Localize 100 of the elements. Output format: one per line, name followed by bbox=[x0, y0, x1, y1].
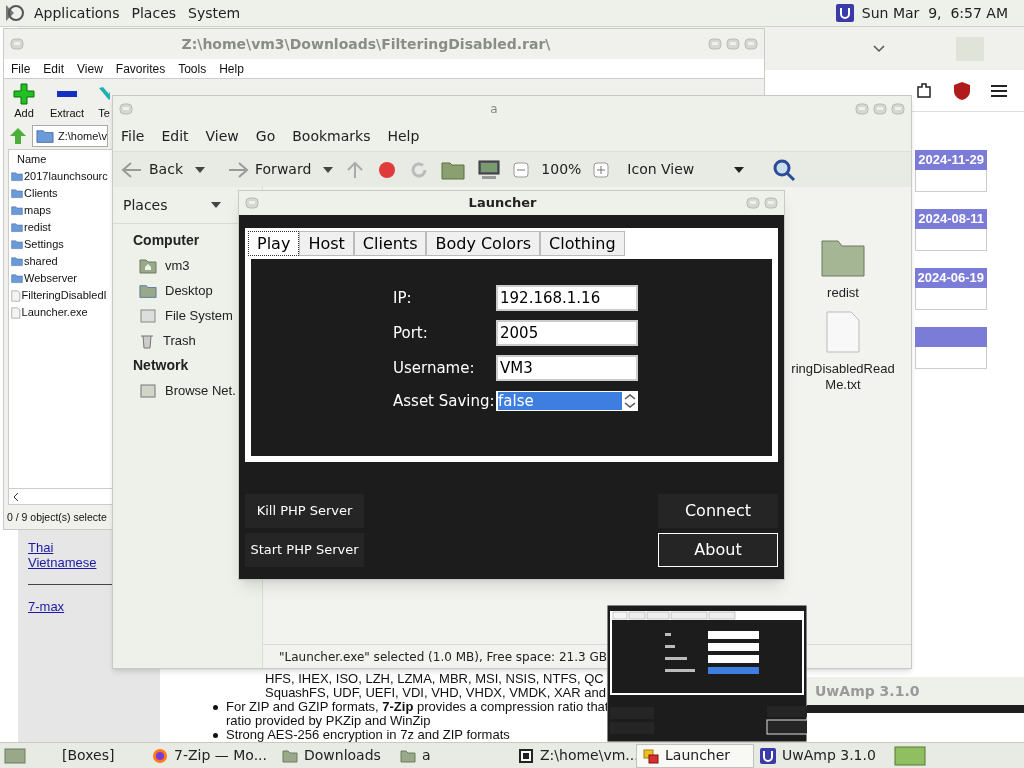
up-arrow-icon[interactable] bbox=[8, 126, 28, 146]
sidebar-item[interactable]: File System bbox=[113, 303, 233, 328]
file-row[interactable]: maps bbox=[9, 202, 51, 219]
view-mode-dropdown[interactable]: Icon View bbox=[627, 159, 745, 180]
forward-button[interactable]: Forward bbox=[227, 159, 312, 180]
tab[interactable]: Clothing bbox=[540, 231, 625, 256]
menu-item[interactable]: View bbox=[205, 125, 239, 147]
sidebar-link[interactable]: Thai bbox=[28, 540, 54, 555]
file-row[interactable]: 2017launchsourc bbox=[9, 168, 108, 185]
file-row[interactable]: FilteringDisabledI bbox=[9, 287, 107, 304]
zoom-in-icon[interactable] bbox=[593, 161, 610, 178]
drive-icon bbox=[139, 307, 157, 324]
sidebar-link[interactable]: Vietnamese bbox=[28, 555, 97, 570]
menu-item[interactable]: Help bbox=[219, 59, 244, 78]
menu-item[interactable]: File bbox=[11, 59, 31, 78]
app-tray-icon[interactable] bbox=[835, 4, 854, 22]
input-field[interactable]: VM3 bbox=[496, 355, 638, 381]
icon-view-entry[interactable]: ringDisabledRead Me.txt bbox=[791, 311, 895, 393]
address-field[interactable]: Z:\home\v bbox=[32, 125, 108, 147]
caret-icon[interactable] bbox=[323, 166, 334, 173]
spin-field[interactable]: false bbox=[496, 391, 638, 412]
window-button[interactable] bbox=[744, 196, 762, 210]
chevron-down-icon[interactable] bbox=[872, 43, 886, 54]
taskbar-button[interactable]: a bbox=[394, 743, 512, 768]
show-desktop-icon[interactable] bbox=[4, 746, 26, 765]
extensions-icon[interactable] bbox=[914, 80, 934, 101]
stop-icon[interactable] bbox=[377, 159, 398, 180]
dialog-button[interactable]: About bbox=[658, 533, 778, 567]
file-row[interactable]: Clients bbox=[9, 185, 58, 202]
window-button[interactable] bbox=[742, 37, 760, 51]
caret-icon[interactable] bbox=[195, 166, 205, 173]
window-button[interactable] bbox=[871, 101, 889, 116]
status-text: 0 / 9 object(s) selecte bbox=[6, 510, 108, 525]
plus-icon bbox=[12, 82, 36, 106]
panel-menu[interactable]: Applications bbox=[30, 2, 124, 24]
home-folder-icon[interactable] bbox=[441, 159, 466, 180]
clock[interactable]: Sun Mar 9, 6:57 AM bbox=[861, 2, 1008, 24]
panel-menu[interactable]: System bbox=[184, 2, 245, 24]
file-row[interactable]: Webserver bbox=[9, 270, 77, 287]
home-folder-icon bbox=[139, 257, 157, 274]
window-button[interactable] bbox=[706, 37, 724, 51]
workspace-icon[interactable] bbox=[894, 745, 926, 766]
tab[interactable]: Clients bbox=[353, 231, 427, 256]
toolbar-button[interactable]: Te bbox=[98, 82, 110, 120]
taskbar-button[interactable]: 7-Zip — Mo... bbox=[146, 743, 276, 768]
menu-item[interactable]: Tools bbox=[178, 59, 207, 78]
window-button[interactable] bbox=[8, 37, 26, 51]
window-button[interactable] bbox=[853, 101, 871, 116]
menu-item[interactable]: Bookmarks bbox=[292, 125, 371, 147]
toolbar-button[interactable]: Add bbox=[12, 82, 36, 120]
back-arrow-icon bbox=[121, 160, 143, 179]
taskbar-button[interactable]: UwAmp 3.1.0 bbox=[754, 743, 888, 768]
menu-item[interactable]: Edit bbox=[43, 59, 65, 78]
window-button[interactable] bbox=[889, 101, 907, 116]
window-title: Z:\home\vm3\Downloads\FilteringDisabled.rar\ bbox=[180, 34, 552, 54]
dialog-button[interactable]: Connect bbox=[658, 494, 778, 528]
file-row[interactable]: Launcher.exe bbox=[9, 304, 88, 321]
tab[interactable]: Host bbox=[299, 231, 354, 256]
shield-icon[interactable] bbox=[952, 80, 972, 101]
menu-item[interactable]: Go bbox=[255, 125, 276, 147]
logo-icon[interactable] bbox=[4, 3, 26, 23]
menu-item[interactable]: Favorites bbox=[115, 59, 166, 78]
tab[interactable]: Play bbox=[248, 231, 300, 256]
menu-item[interactable]: File bbox=[121, 125, 145, 147]
sidebar-item[interactable]: Desktop bbox=[113, 278, 213, 303]
search-icon[interactable] bbox=[772, 157, 797, 182]
file-row[interactable]: shared bbox=[9, 253, 58, 270]
toolbar-button[interactable]: Extract bbox=[48, 82, 86, 120]
taskbar-button[interactable]: Downloads bbox=[276, 743, 394, 768]
window-button[interactable] bbox=[243, 196, 261, 210]
window-button[interactable] bbox=[762, 196, 780, 210]
file-row[interactable]: redist bbox=[9, 219, 51, 236]
menu-icon[interactable] bbox=[990, 83, 1008, 98]
input-field[interactable]: 192.168.1.16 bbox=[496, 285, 638, 311]
taskbar-button[interactable]: Launcher bbox=[636, 743, 754, 768]
taskbar-button[interactable]: Z:\home\vm... bbox=[512, 743, 636, 768]
document-icon bbox=[11, 306, 21, 319]
spinner-arrows-icon[interactable] bbox=[622, 392, 638, 411]
back-button[interactable]: Back bbox=[121, 159, 183, 180]
menu-item[interactable]: View bbox=[77, 59, 103, 78]
server-button[interactable]: Start PHP Server bbox=[245, 533, 364, 567]
input-field[interactable]: 2005 bbox=[496, 320, 638, 346]
zoom-out-icon[interactable] bbox=[513, 161, 530, 178]
icon-view-entry[interactable]: redist bbox=[821, 237, 865, 301]
panel-menu[interactable]: Places bbox=[127, 2, 181, 24]
sidebar-item[interactable]: vm3 bbox=[113, 253, 190, 278]
column-header[interactable]: Name bbox=[9, 150, 47, 168]
menu-item[interactable]: Help bbox=[387, 125, 420, 147]
menu-item[interactable]: Edit bbox=[161, 125, 189, 147]
sidebar-item[interactable]: Trash bbox=[113, 328, 196, 353]
sidebar-link[interactable]: 7-max bbox=[28, 599, 65, 614]
server-button[interactable]: Kill PHP Server bbox=[245, 494, 364, 528]
sidebar-item[interactable]: Browse Net. bbox=[113, 378, 236, 403]
window-button[interactable] bbox=[724, 37, 742, 51]
file-row[interactable]: Settings bbox=[9, 236, 64, 253]
places-dropdown[interactable]: Places bbox=[113, 187, 231, 223]
window-button[interactable] bbox=[117, 101, 135, 116]
computer-icon[interactable] bbox=[477, 158, 502, 181]
taskbar-button[interactable]: [Boxes] bbox=[56, 743, 146, 768]
tab[interactable]: Body Colors bbox=[426, 231, 541, 256]
